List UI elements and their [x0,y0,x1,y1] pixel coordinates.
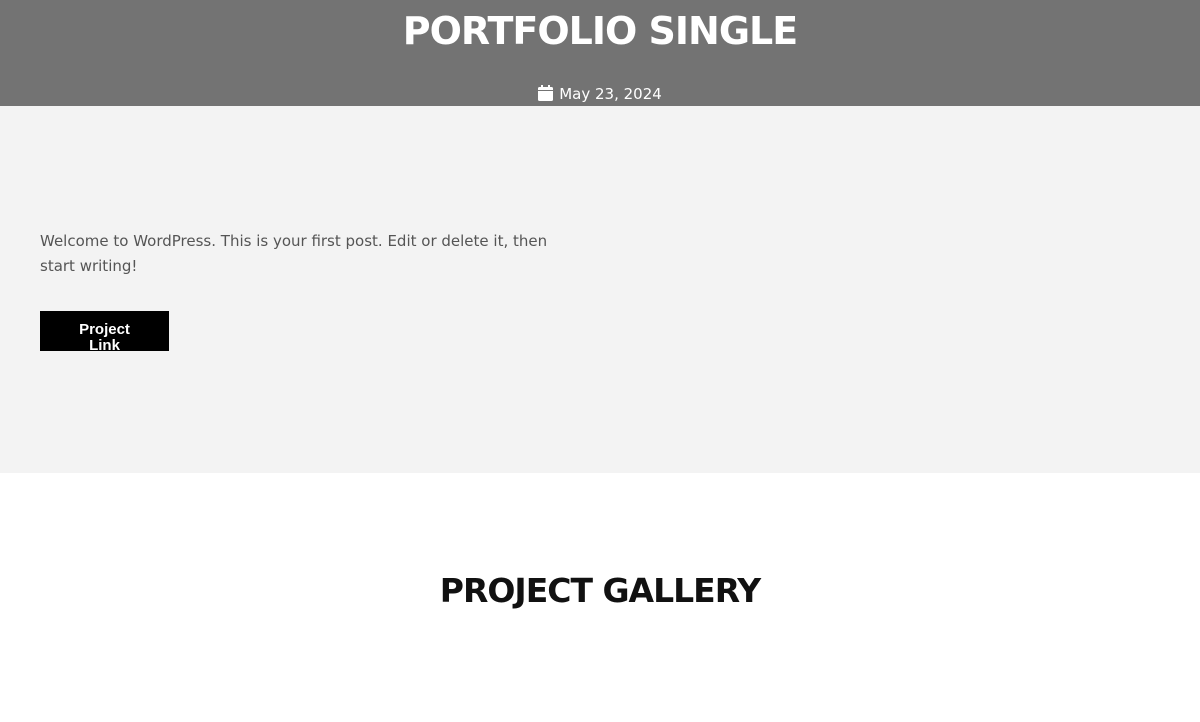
project-link-label: Project Link [79,321,130,352]
gallery-title: PROJECT GALLERY [439,571,761,610]
post-excerpt: Welcome to WordPress. This is your first… [40,232,548,275]
post-meta: May 23, 2024 [0,83,1200,105]
calendar-icon [538,85,554,101]
page-title: PORTFOLIO SINGLE [402,9,798,53]
project-link-button[interactable]: Project Link [40,311,169,351]
page-header: PORTFOLIO SINGLE May 23, 2024 [0,0,1200,106]
post-date: May 23, 2024 [559,85,662,103]
portfolio-content: Welcome to WordPress. This is your first… [0,106,1200,473]
